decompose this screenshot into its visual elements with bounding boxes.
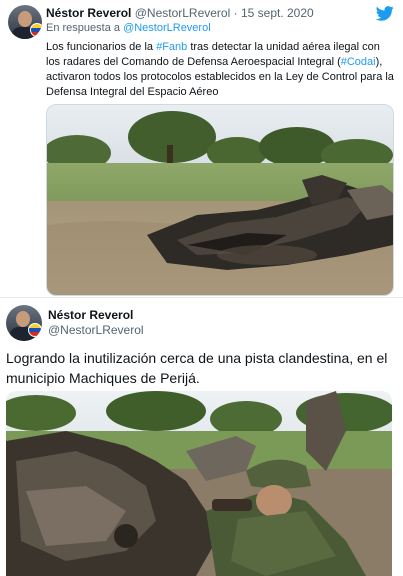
wreck-photo-image: [47, 105, 393, 295]
author-avatar[interactable]: [8, 5, 42, 39]
author-handle[interactable]: @NestorLReverol: [135, 6, 231, 20]
twitter-bird-icon[interactable]: [376, 6, 394, 21]
reply-prefix: En respuesta a: [46, 22, 120, 34]
hashtag-codai-link[interactable]: #Codai: [341, 56, 376, 68]
separator: ·: [233, 6, 238, 20]
reply-context: En respuesta a @NestorLReverol: [46, 22, 211, 34]
reply-handle-link[interactable]: @NestorLReverol: [123, 22, 211, 34]
hashtag-fanb-link[interactable]: #Fanb: [156, 41, 187, 53]
author-name[interactable]: Néstor Reverol: [48, 308, 133, 322]
author-avatar[interactable]: [6, 305, 42, 341]
tweet-reply-card[interactable]: Néstor Reverol @NestorLReverol · 15 sept…: [0, 0, 403, 296]
tweet-text: Logrando la inutilización cerca de una p…: [6, 350, 388, 386]
tweet-divider: [0, 297, 403, 298]
soldier-photo-image: [6, 391, 392, 576]
tweet-text-part: Los funcionarios de la: [46, 41, 157, 53]
tweet-date[interactable]: 15 sept. 2020: [241, 6, 314, 20]
tweet-text: Los funcionarios de la #Fanb tras detect…: [46, 40, 396, 100]
tweet-header: Néstor Reverol @NestorLReverol · 15 sept…: [46, 6, 314, 20]
tweet-photo[interactable]: [46, 104, 394, 296]
tweet-photo[interactable]: [6, 391, 392, 576]
author-handle[interactable]: @NestorLReverol: [48, 323, 144, 337]
author-name[interactable]: Néstor Reverol: [46, 6, 131, 20]
